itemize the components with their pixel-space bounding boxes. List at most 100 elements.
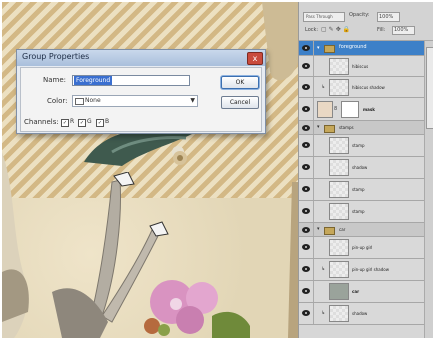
expand-triangle-icon[interactable]: ▾ <box>317 124 320 130</box>
layer-thumbnail <box>329 239 349 256</box>
eye-icon[interactable] <box>302 45 310 51</box>
eye-icon[interactable] <box>302 310 310 316</box>
layer-name: stamps <box>339 125 354 130</box>
dialog-title: Group Properties <box>22 52 90 61</box>
eye-icon[interactable] <box>302 186 310 192</box>
clip-arrow-icon: ↳ <box>321 310 326 316</box>
eye-icon[interactable] <box>302 84 310 90</box>
layer-row-car-group[interactable]: ▾ car <box>299 223 424 237</box>
expand-triangle-icon[interactable]: ▾ <box>317 226 320 232</box>
layer-row-hibiscus-shadow[interactable]: ↳ hibiscus shadow <box>299 77 424 98</box>
layer-name: car <box>352 289 360 294</box>
layers-scrollbar[interactable] <box>424 41 433 338</box>
fill-input[interactable]: 100% <box>392 26 415 35</box>
small-flower-artwork <box>173 151 187 165</box>
group-name-input[interactable]: Foreground <box>72 75 190 86</box>
color-label: Color: <box>47 97 68 105</box>
layer-name: stamp <box>352 187 365 192</box>
group-properties-dialog: Group Properties x Name: Foreground Colo… <box>16 49 266 134</box>
layer-row-foreground[interactable]: ▾ foreground <box>299 41 424 56</box>
layer-thumbnail <box>329 203 349 220</box>
layer-name: mask <box>363 107 375 112</box>
layer-row-pinup-girl[interactable]: pin-up girl <box>299 237 424 259</box>
channel-b-checkbox[interactable]: ✓ <box>96 119 104 127</box>
ok-button[interactable]: OK <box>221 76 259 89</box>
eye-icon[interactable] <box>302 106 310 112</box>
document-canvas[interactable]: Group Properties x Name: Foreground Colo… <box>2 2 298 338</box>
layer-name: shadow <box>352 311 368 316</box>
chain-link-icon: 8 <box>334 106 338 112</box>
layer-row-hibiscus[interactable]: hibiscus <box>299 56 424 77</box>
layer-name: pin-up girl <box>352 245 373 250</box>
row-separator <box>313 121 314 134</box>
group-name-value: Foreground <box>74 76 113 85</box>
dialog-titlebar[interactable]: Group Properties x <box>17 50 265 66</box>
row-separator <box>313 157 314 178</box>
row-separator <box>313 303 314 324</box>
channels-label: Channels: <box>24 118 59 126</box>
layer-name: shadow <box>352 165 368 170</box>
clip-arrow-icon: ↳ <box>321 266 326 272</box>
layer-row-stamp[interactable]: stamp <box>299 179 424 201</box>
layer-name: stamp <box>352 143 365 148</box>
layer-row-car[interactable]: car <box>299 281 424 303</box>
eye-icon[interactable] <box>302 125 310 131</box>
layer-row-shadow[interactable]: shadow <box>299 157 424 179</box>
layer-row-stamps[interactable]: ▾ stamps <box>299 121 424 135</box>
eye-icon[interactable] <box>302 208 310 214</box>
scrollbar-thumb[interactable] <box>426 47 433 129</box>
eye-icon[interactable] <box>302 227 310 233</box>
layers-panel-options: Pass Through Opacity: 100% Lock: ▢✎✥🔒 Fi… <box>299 2 433 41</box>
color-select[interactable]: None ▼ <box>72 95 198 107</box>
channel-r-checkbox[interactable]: ✓ <box>61 119 69 127</box>
name-label: Name: <box>43 76 67 84</box>
opacity-label: Opacity: <box>349 12 370 18</box>
cancel-button[interactable]: Cancel <box>221 96 259 109</box>
hibiscus-flowers-artwork <box>144 280 250 338</box>
eye-icon[interactable] <box>302 244 310 250</box>
layer-thumbnail <box>329 283 349 300</box>
layer-row-stamp[interactable]: stamp <box>299 135 424 157</box>
close-icon[interactable]: x <box>247 52 263 65</box>
chevron-down-icon: ▼ <box>190 97 195 104</box>
blend-mode-select[interactable]: Pass Through <box>303 12 345 22</box>
layer-thumbnail <box>329 137 349 154</box>
eye-icon[interactable] <box>302 266 310 272</box>
layer-name: hibiscus shadow <box>352 85 385 90</box>
row-separator <box>313 135 314 156</box>
row-separator <box>313 77 314 97</box>
layer-row-stamp[interactable]: stamp <box>299 201 424 223</box>
row-separator <box>313 179 314 200</box>
layer-row-car-shadow[interactable]: ↳ shadow <box>299 303 424 325</box>
layer-name: car <box>339 227 346 232</box>
row-separator <box>313 259 314 280</box>
color-value: None <box>85 97 101 104</box>
fill-label: Fill: <box>377 27 386 33</box>
layer-name: foreground <box>339 44 367 50</box>
row-separator <box>313 223 314 236</box>
photoshop-screenshot: Group Properties x Name: Foreground Colo… <box>2 2 433 338</box>
opacity-input[interactable]: 100% <box>377 12 400 22</box>
layer-row-pinup-girl-shadow[interactable]: ↳ pin-up girl shadow <box>299 259 424 281</box>
eye-icon[interactable] <box>302 63 310 69</box>
folder-icon <box>324 227 335 235</box>
layer-thumbnail <box>329 159 349 176</box>
layer-row-mask[interactable]: 8 mask <box>299 98 424 121</box>
layer-thumbnail <box>317 101 333 118</box>
eye-icon[interactable] <box>302 288 310 294</box>
layer-thumbnail <box>329 58 349 75</box>
row-separator <box>313 56 314 76</box>
eye-icon[interactable] <box>302 164 310 170</box>
lock-icons[interactable]: ▢✎✥🔒 <box>321 26 352 33</box>
channel-g-checkbox[interactable]: ✓ <box>78 119 86 127</box>
lock-label: Lock: <box>305 27 319 33</box>
row-separator <box>313 98 314 120</box>
layer-thumbnail <box>329 79 349 96</box>
channel-g-label: G <box>87 118 92 125</box>
expand-triangle-icon[interactable]: ▾ <box>317 45 320 51</box>
channel-b-label: B <box>105 118 110 125</box>
folder-icon <box>324 125 335 133</box>
color-swatch <box>75 98 84 105</box>
eye-icon[interactable] <box>302 142 310 148</box>
folder-icon <box>324 45 335 53</box>
